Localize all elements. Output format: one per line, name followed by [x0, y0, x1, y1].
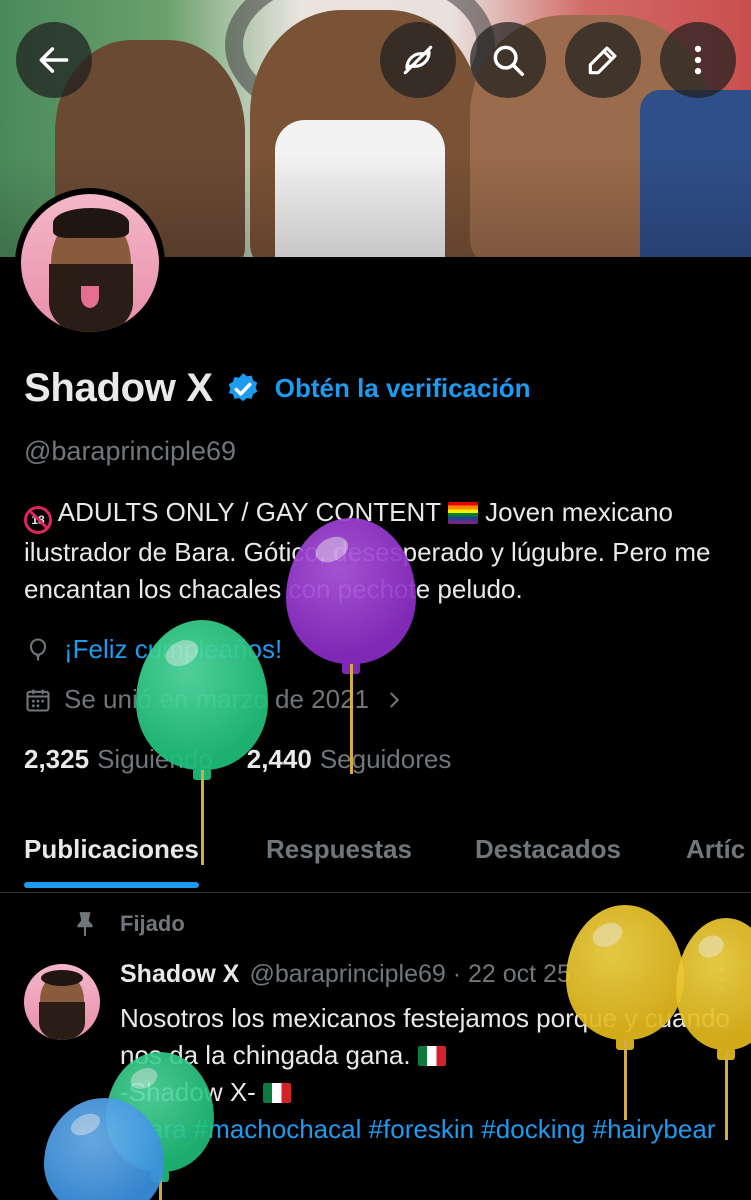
post-author[interactable]: Shadow X — [120, 960, 239, 989]
calendar-icon — [26, 689, 50, 712]
followers-count[interactable]: 2,440 — [247, 744, 312, 775]
more-vertical-icon — [694, 45, 702, 75]
following-count[interactable]: 2,325 — [24, 744, 89, 775]
repost-off-icon — [403, 45, 433, 75]
tab-respuestas[interactable]: Respuestas — [266, 818, 412, 865]
tab-articulos[interactable]: Artíc — [686, 818, 745, 865]
adults-only-icon: 18 — [24, 506, 52, 534]
profile-tabs: Publicaciones Respuestas Destacados Artí… — [0, 818, 751, 893]
search-button[interactable] — [470, 22, 546, 98]
edit-button[interactable] — [565, 22, 641, 98]
post-header: Shadow X @baraprinciple69 · 22 oct 25 — [120, 960, 571, 989]
more-button[interactable] — [660, 22, 736, 98]
search-icon — [493, 45, 524, 76]
balloon-yellow-2 — [676, 918, 751, 1140]
active-tab-indicator — [24, 882, 199, 888]
tab-publicaciones[interactable]: Publicaciones — [24, 818, 199, 888]
post-avatar[interactable] — [24, 964, 100, 1040]
bio-text-1: ADULTS ONLY / GAY CONTENT — [57, 497, 441, 527]
pinned-indicator: Fijado — [72, 910, 185, 938]
mexico-flag-icon — [417, 1046, 446, 1066]
repost-off-button[interactable] — [380, 22, 456, 98]
pin-icon — [77, 912, 93, 936]
chevron-right-icon — [390, 692, 400, 707]
profile-name-row: Shadow X Obtén la verificación — [24, 366, 530, 411]
profile-name: Shadow X — [24, 366, 213, 410]
verified-badge-icon[interactable] — [225, 371, 261, 407]
mexico-flag-icon — [263, 1083, 292, 1103]
back-button[interactable] — [16, 22, 92, 98]
post-handle-date[interactable]: @baraprinciple69 · 22 oct 25 — [249, 960, 570, 989]
balloon-icon — [29, 637, 47, 660]
tab-destacados[interactable]: Destacados — [475, 818, 621, 865]
rainbow-flag-icon — [447, 502, 478, 524]
back-arrow-icon — [39, 47, 69, 73]
profile-avatar[interactable] — [15, 188, 165, 338]
get-verified-link[interactable]: Obtén la verificación — [275, 373, 531, 404]
edit-icon — [588, 46, 617, 75]
balloon-yellow-1 — [566, 905, 684, 1120]
follow-counts: 2,325 Siguiendo 2,440 Seguidores — [24, 744, 485, 775]
followers-label[interactable]: Seguidores — [320, 744, 452, 775]
profile-handle: @baraprinciple69 — [24, 436, 237, 466]
avatar-image — [21, 194, 159, 332]
pinned-label: Fijado — [120, 911, 185, 936]
